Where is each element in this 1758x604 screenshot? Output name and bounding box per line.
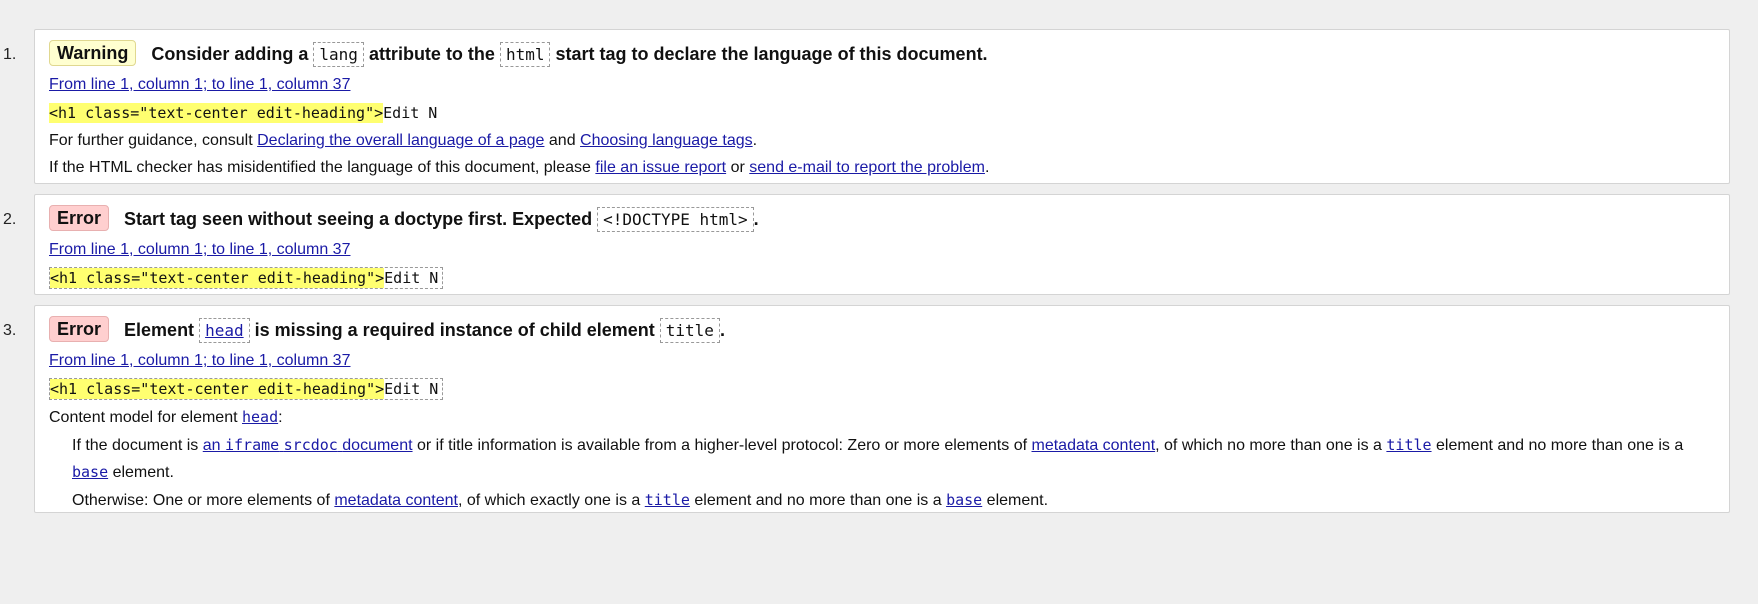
code-extract: <h1 class="text-center edit-heading">Edi… bbox=[49, 100, 1715, 126]
code-doctype: <!DOCTYPE html> bbox=[597, 207, 754, 232]
message-warning-lang: 1. Warning Consider adding a lang attrib… bbox=[3, 29, 1730, 184]
model-text: element and no more than one is a bbox=[694, 492, 942, 509]
extract-highlight: <h1 class="text-center edit-heading"> bbox=[49, 103, 384, 123]
content-model-heading: Content model for element head: bbox=[49, 404, 1715, 431]
code-head-link[interactable]: head bbox=[199, 318, 250, 343]
error-badge: Error bbox=[49, 316, 110, 342]
model-text: element. bbox=[986, 492, 1049, 509]
code-title: title bbox=[659, 318, 720, 343]
link-text: document bbox=[342, 437, 413, 454]
head-element-link[interactable]: head bbox=[242, 408, 278, 426]
extract-rest: Edit N bbox=[384, 380, 439, 398]
extract-highlight: <h1 class="text-center edit-heading"> bbox=[50, 268, 385, 288]
metadata-content-link[interactable]: metadata content bbox=[334, 492, 458, 509]
guidance-prefix: For further guidance, consult bbox=[49, 132, 253, 149]
message-text-part: . bbox=[719, 320, 725, 340]
location-link[interactable]: From line 1, column 1; to line 1, column… bbox=[49, 348, 1715, 374]
declaring-language-link[interactable]: Declaring the overall language of a page bbox=[257, 132, 544, 149]
guidance-and: and bbox=[548, 132, 576, 149]
title-element-link[interactable]: title bbox=[645, 491, 690, 509]
content-model-line-2: Otherwise: One or more elements of metad… bbox=[72, 487, 1715, 514]
misid-prefix: If the HTML checker has misidentified th… bbox=[49, 159, 591, 176]
message-text: Error Element head is missing a required… bbox=[49, 315, 1715, 346]
link-code: srcdoc bbox=[283, 436, 338, 454]
metadata-content-link[interactable]: metadata content bbox=[1032, 437, 1156, 454]
iframe-srcdoc-link[interactable]: an iframe srcdoc document bbox=[202, 436, 413, 454]
base-element-link[interactable]: base bbox=[72, 463, 108, 481]
message-text: Warning Consider adding a lang attribute… bbox=[49, 39, 1715, 70]
guidance-text: For further guidance, consult Declaring … bbox=[49, 128, 1715, 154]
misidentified-text: If the HTML checker has misidentified th… bbox=[49, 155, 1715, 181]
message-text-part: is missing a required instance of child … bbox=[254, 320, 655, 340]
base-element-link[interactable]: base bbox=[946, 491, 982, 509]
file-issue-link[interactable]: file an issue report bbox=[595, 159, 726, 176]
model-text: or if title information is available fro… bbox=[417, 437, 1028, 454]
model-text: , of which exactly one is a bbox=[457, 492, 641, 509]
send-email-link[interactable]: send e-mail to report the problem bbox=[749, 159, 985, 176]
message-list: 1. Warning Consider adding a lang attrib… bbox=[0, 29, 1758, 523]
misid-or: or bbox=[730, 159, 745, 176]
message-error-title: 3. Error Element head is missing a requi… bbox=[3, 305, 1730, 514]
message-text: Error Start tag seen without seeing a do… bbox=[49, 204, 1715, 235]
message-text-part: Start tag seen without seeing a doctype … bbox=[124, 209, 593, 229]
title-element-link[interactable]: title bbox=[1386, 436, 1431, 454]
extract-rest: Edit N bbox=[384, 269, 439, 287]
model-prefix: Content model for element bbox=[49, 409, 238, 426]
warning-badge: Warning bbox=[49, 40, 137, 66]
model-colon: : bbox=[278, 409, 283, 426]
message-text-part: Consider adding a bbox=[151, 44, 309, 64]
content-model-line-1: If the document is an iframe srcdoc docu… bbox=[72, 432, 1715, 486]
location-link[interactable]: From line 1, column 1; to line 1, column… bbox=[49, 237, 1715, 263]
model-text: element. bbox=[112, 464, 174, 481]
message-text-part: . bbox=[753, 209, 759, 229]
message-text-part: Element bbox=[124, 320, 195, 340]
message-text-part: start tag to declare the language of thi… bbox=[555, 44, 988, 64]
extract-highlight: <h1 class="text-center edit-heading"> bbox=[50, 379, 385, 399]
message-number: 1. bbox=[3, 46, 17, 63]
content-model-details: If the document is an iframe srcdoc docu… bbox=[72, 432, 1715, 514]
model-text: Otherwise: One or more elements of bbox=[72, 492, 330, 509]
misid-end: . bbox=[984, 159, 990, 176]
message-error-doctype: 2. Error Start tag seen without seeing a… bbox=[3, 194, 1730, 295]
message-text-part: attribute to the bbox=[368, 44, 495, 64]
extract-rest: Edit N bbox=[383, 104, 438, 122]
link-code: iframe bbox=[225, 436, 280, 454]
link-text: an bbox=[202, 437, 221, 454]
code-lang: lang bbox=[313, 42, 364, 67]
model-text: , of which no more than one is a bbox=[1155, 437, 1382, 454]
code-extract: <h1 class="text-center edit-heading">Edi… bbox=[49, 376, 1715, 402]
message-number: 3. bbox=[3, 322, 17, 339]
choosing-tags-link[interactable]: Choosing language tags bbox=[580, 132, 753, 149]
error-badge: Error bbox=[49, 205, 110, 231]
guidance-end: . bbox=[752, 132, 758, 149]
model-text: element and no more than one is a bbox=[1436, 437, 1684, 454]
message-number: 2. bbox=[3, 211, 17, 228]
location-link[interactable]: From line 1, column 1; to line 1, column… bbox=[49, 72, 1715, 98]
code-html: html bbox=[499, 42, 551, 67]
code-extract: <h1 class="text-center edit-heading">Edi… bbox=[49, 265, 1715, 291]
model-text: If the document is bbox=[72, 437, 199, 454]
